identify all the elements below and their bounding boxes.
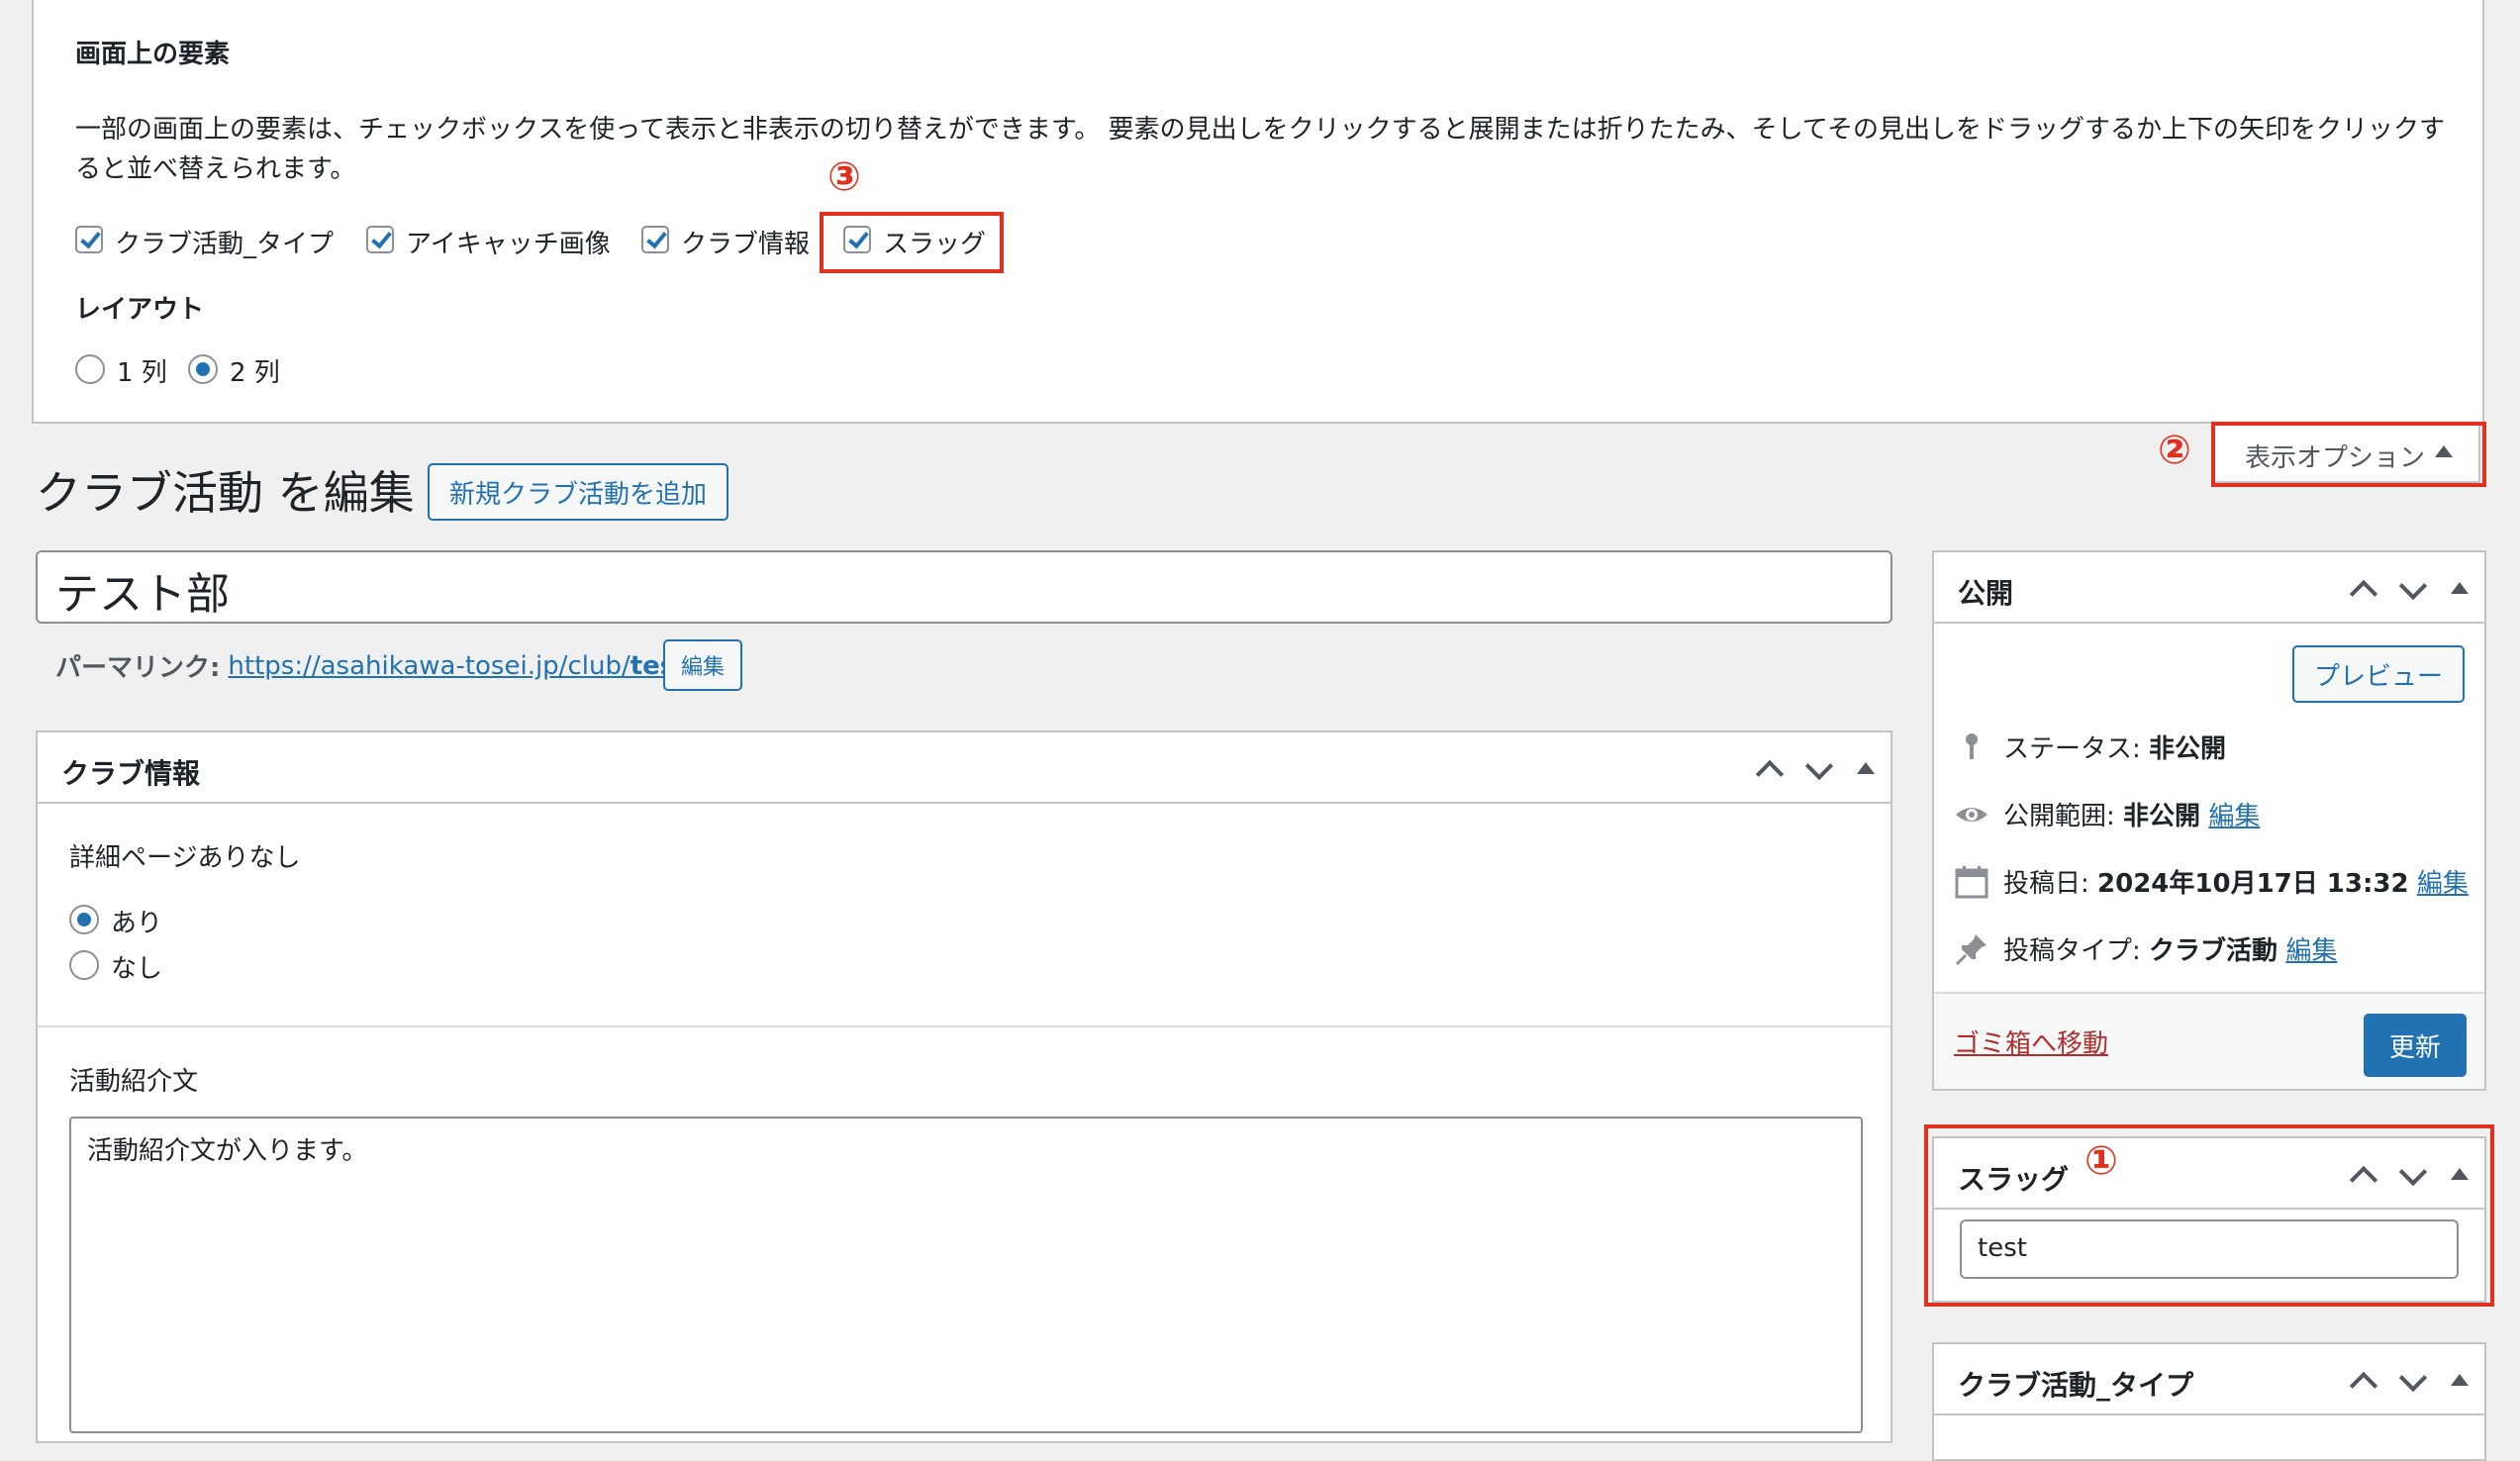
date-value: 2024年10月17日 13:32 bbox=[2097, 869, 2409, 899]
radio-selected-icon[interactable] bbox=[188, 354, 218, 384]
move-down-icon[interactable] bbox=[2398, 1363, 2428, 1393]
checkbox-club-type[interactable]: クラブ活動_タイプ bbox=[75, 224, 372, 263]
thumbtack-icon bbox=[1954, 931, 1989, 967]
permalink-link[interactable]: https://asahikawa-tosei.jp/club/test/ bbox=[228, 651, 696, 681]
radio-selected-icon[interactable] bbox=[69, 905, 99, 934]
checkbox-checked-icon[interactable] bbox=[366, 226, 394, 253]
radio-icon[interactable] bbox=[75, 354, 105, 384]
post-title-input[interactable]: テスト部 bbox=[36, 550, 1892, 624]
detail-option-yes[interactable]: あり bbox=[69, 903, 218, 938]
club-info-title: クラブ情報 bbox=[61, 757, 201, 790]
annotation-box-1 bbox=[1924, 1124, 2494, 1307]
club-type-header[interactable]: クラブ活動_タイプ bbox=[1934, 1344, 2484, 1415]
preview-button[interactable]: プレビュー bbox=[2292, 645, 2465, 703]
checkbox-checked-icon[interactable] bbox=[75, 226, 103, 253]
post-type-label: 投稿タイプ: bbox=[2003, 936, 2141, 966]
intro-value: 活動紹介文が入ります。 bbox=[87, 1136, 368, 1166]
checkbox-label: クラブ活動_タイプ bbox=[115, 230, 335, 259]
box-controls bbox=[2346, 571, 2484, 609]
status-row: ステータス: 非公開 bbox=[1954, 729, 2226, 765]
screen-options-title: 画面上の要素 bbox=[75, 40, 231, 69]
collapse-icon[interactable] bbox=[1857, 762, 1875, 774]
radio-icon[interactable] bbox=[69, 950, 99, 980]
checkbox-featured-image[interactable]: アイキャッチ画像 bbox=[366, 224, 633, 263]
layout-title: レイアウト bbox=[75, 295, 205, 325]
collapse-icon[interactable] bbox=[2451, 582, 2469, 594]
layout-option-2col[interactable]: 2 列 bbox=[188, 352, 307, 392]
detail-option-no[interactable]: なし bbox=[69, 948, 218, 984]
box-controls bbox=[1752, 751, 1890, 789]
post-type-edit-link[interactable]: 編集 bbox=[2285, 930, 2337, 967]
post-title-value: テスト部 bbox=[55, 569, 230, 620]
visibility-edit-link[interactable]: 編集 bbox=[2208, 796, 2260, 832]
move-down-icon[interactable] bbox=[1804, 751, 1834, 781]
permalink-label: パーマリンク: bbox=[55, 653, 221, 683]
publish-title: 公開 bbox=[1958, 577, 2014, 610]
checkbox-club-info[interactable]: クラブ情報 bbox=[641, 224, 839, 263]
move-up-icon[interactable] bbox=[2349, 579, 2378, 609]
annotation-number-2: ② bbox=[2158, 428, 2191, 473]
date-row: 投稿日: 2024年10月17日 13:32 編集 bbox=[1954, 863, 2469, 900]
checkbox-checked-icon[interactable] bbox=[641, 226, 669, 253]
calendar-icon bbox=[1954, 864, 1989, 900]
visibility-row: 公開範囲: 非公開 編集 bbox=[1954, 796, 2260, 832]
publish-header[interactable]: 公開 bbox=[1934, 552, 2484, 624]
club-info-box: クラブ情報 詳細ページありなし あり なし 活動紹介文 活動紹介文が入ります。 bbox=[36, 730, 1892, 1443]
annotation-box-3 bbox=[820, 212, 1004, 273]
date-label: 投稿日: bbox=[2003, 869, 2089, 899]
screen-options-description: 一部の画面上の要素は、チェックボックスを使って表示と非表示の切り替えができます。… bbox=[75, 115, 2446, 145]
club-info-header[interactable]: クラブ情報 bbox=[38, 732, 1890, 804]
post-type-value: クラブ活動 bbox=[2149, 936, 2278, 966]
pin-icon bbox=[1954, 730, 1989, 765]
radio-label: あり bbox=[111, 909, 163, 938]
visibility-label: 公開範囲: bbox=[2003, 802, 2115, 831]
club-type-box: クラブ活動_タイプ bbox=[1932, 1342, 2486, 1461]
trash-link[interactable]: ゴミ箱へ移動 bbox=[1954, 1023, 2108, 1060]
radio-label: 1 列 bbox=[117, 358, 167, 388]
post-type-row: 投稿タイプ: クラブ活動 編集 bbox=[1954, 930, 2337, 967]
checkbox-label: アイキャッチ画像 bbox=[406, 230, 611, 259]
radio-label: なし bbox=[111, 954, 163, 984]
move-up-icon[interactable] bbox=[2349, 1371, 2378, 1401]
intro-textarea[interactable]: 活動紹介文が入ります。 bbox=[69, 1117, 1863, 1433]
publish-box: 公開 プレビュー ステータス: 非公開 公開範囲: 非公開 編集 投稿日: 20… bbox=[1932, 550, 2486, 1091]
move-up-icon[interactable] bbox=[1755, 759, 1785, 789]
status-value: 非公開 bbox=[2149, 734, 2227, 764]
collapse-icon[interactable] bbox=[2451, 1374, 2469, 1386]
visibility-value: 非公開 bbox=[2123, 802, 2201, 831]
radio-label: 2 列 bbox=[230, 358, 280, 388]
divider bbox=[38, 1025, 1890, 1027]
permalink-edit-button[interactable]: 編集 bbox=[663, 639, 742, 691]
intro-label: 活動紹介文 bbox=[69, 1067, 199, 1097]
add-new-button[interactable]: 新規クラブ活動を追加 bbox=[428, 463, 728, 521]
annotation-number-1: ① bbox=[2084, 1138, 2118, 1184]
eye-icon bbox=[1954, 797, 1989, 832]
page-title: クラブ活動 を編集 bbox=[36, 466, 415, 520]
checkbox-label: クラブ情報 bbox=[681, 230, 811, 259]
permalink-base: https://asahikawa-tosei.jp/club/ bbox=[228, 650, 630, 681]
move-down-icon[interactable] bbox=[2398, 571, 2428, 601]
box-controls bbox=[2346, 1363, 2484, 1401]
status-label: ステータス: bbox=[2003, 734, 2141, 764]
update-button[interactable]: 更新 bbox=[2364, 1014, 2467, 1077]
publish-actions: ゴミ箱へ移動 更新 bbox=[1934, 992, 2484, 1089]
screen-options-description-2: ると並べ替えられます。 bbox=[75, 154, 356, 184]
detail-page-label: 詳細ページありなし bbox=[69, 843, 301, 873]
annotation-box-2 bbox=[2211, 422, 2486, 487]
permalink-row: パーマリンク: https://asahikawa-tosei.jp/club/… bbox=[55, 647, 696, 684]
club-type-title: クラブ活動_タイプ bbox=[1958, 1369, 2194, 1402]
layout-option-1col[interactable]: 1 列 bbox=[75, 352, 194, 392]
screen-options-panel: 画面上の要素 一部の画面上の要素は、チェックボックスを使って表示と非表示の切り替… bbox=[32, 0, 2484, 424]
date-edit-link[interactable]: 編集 bbox=[2417, 863, 2469, 900]
annotation-number-3: ③ bbox=[827, 154, 861, 200]
